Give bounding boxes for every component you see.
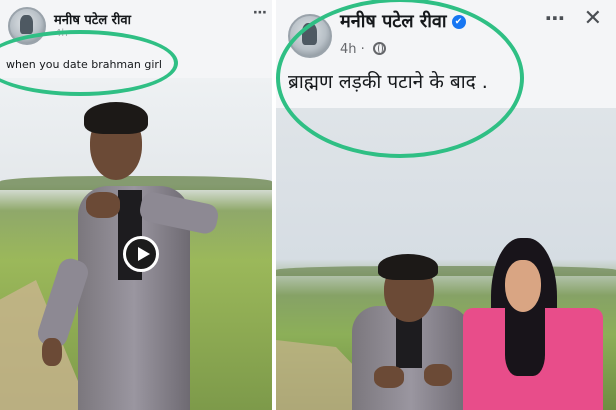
woman-figure: [461, 236, 611, 410]
post-header: मनीष पटेल रीवा ✔ 4h · ⋯ ✕ ब्राह्मण लड़की …: [276, 0, 616, 108]
verified-badge-icon: ✔: [451, 15, 466, 29]
video-thumbnail[interactable]: [0, 78, 272, 410]
author-name[interactable]: मनीष पटेल रीवा ✔: [340, 9, 466, 33]
more-options-icon[interactable]: ⋯: [253, 5, 268, 21]
post-caption: ब्राह्मण लड़की पटाने के बाद .: [288, 71, 488, 93]
avatar[interactable]: [288, 14, 332, 58]
post-time: 4h: [55, 28, 68, 39]
avatar[interactable]: [8, 7, 46, 45]
play-icon[interactable]: [123, 236, 159, 272]
right-screenshot-panel: मनीष पटेल रीवा ✔ 4h · ⋯ ✕ ब्राह्मण लड़की …: [276, 0, 616, 410]
globe-icon: [372, 42, 386, 55]
more-options-icon[interactable]: ⋯: [545, 6, 566, 30]
post-caption: when you date brahman girl: [6, 58, 162, 71]
meta-separator: ·: [360, 42, 365, 57]
close-icon[interactable]: ✕: [584, 6, 602, 31]
man-figure: [346, 254, 476, 410]
post-time: 4h: [340, 42, 357, 57]
left-screenshot-panel: मनीष पटेल रीवा 4h ⋯ when you date brahma…: [0, 0, 276, 410]
author-name[interactable]: मनीष पटेल रीवा: [54, 10, 131, 28]
post-header: मनीष पटेल रीवा 4h ⋯ when you date brahma…: [0, 0, 272, 78]
author-name-text[interactable]: मनीष पटेल रीवा: [340, 11, 447, 32]
post-photo[interactable]: [276, 108, 616, 410]
post-meta: 4h ·: [340, 42, 386, 57]
